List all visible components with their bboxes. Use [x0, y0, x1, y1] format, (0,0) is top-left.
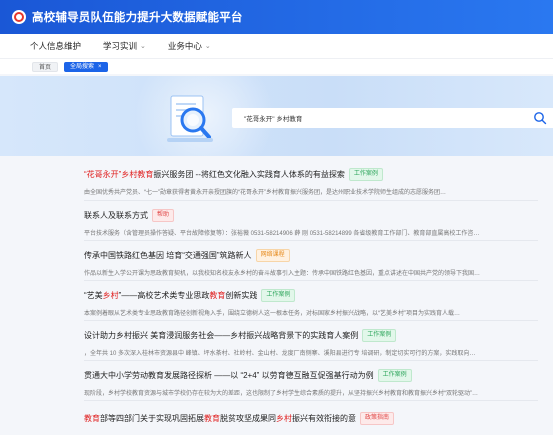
- title-text: 贯通大中小学劳动教育发展路径探析 ——以 “2+4” 以劳育德互融互促强基行动为…: [84, 371, 374, 380]
- result-item[interactable]: 贯通大中小学劳动教育发展路径探析 ——以 “2+4” 以劳育德互融互促强基行动为…: [84, 369, 553, 397]
- close-icon[interactable]: ×: [98, 62, 102, 72]
- category-badge: 工作案例: [348, 168, 383, 181]
- nav-item-profile[interactable]: 个人信息维护: [30, 40, 81, 52]
- title-text: 传承中国铁路红色基因 培育“交通强国”筑路新人: [84, 251, 252, 260]
- divider: [84, 400, 538, 401]
- result-snippet: 由全国优秀共产党员、“七一”勋章获得者黄永开亲授团旗的“花哥永开”乡村教育振兴服…: [84, 190, 446, 196]
- result-item[interactable]: 教育 部等四部门关于实现巩固拓展 教育 脱贫攻坚成果同 乡村 振兴有效衔接的意 政策指南: [84, 412, 553, 425]
- category-badge: 政策指南: [360, 412, 395, 425]
- result-item[interactable]: 设计助力乡村振兴 美育浸润服务社会——乡村振兴战略背景下的实践育人案例 工作案例 …: [84, 329, 553, 357]
- divider: [84, 360, 538, 361]
- result-snippet: 本案例着眼从艺术类专业思政教育路径创新视角入手，围绕立德树人这一根本任务，对标国…: [84, 311, 460, 317]
- result-title[interactable]: 联系人及联系方式 帮助: [84, 209, 553, 222]
- nav-item-label: 个人信息维护: [30, 41, 82, 51]
- result-title[interactable]: 贯通大中小学劳动教育发展路径探析 ——以 “2+4” 以劳育德互融互促强基行动为…: [84, 369, 553, 382]
- search-query: "花哥永开" 乡村教育: [244, 116, 303, 123]
- app-header: 高校辅导员队伍能力提升大数据赋能平台: [0, 0, 553, 34]
- search-icon[interactable]: [533, 111, 547, 125]
- result-item[interactable]: 传承中国铁路红色基因 培育“交通强国”筑路新人 网络课程 作品以新生入学公开课为思…: [84, 249, 553, 277]
- highlight-keyword: 教育: [209, 291, 226, 300]
- nav-item-learning[interactable]: 学习实训 ⌄: [103, 40, 146, 52]
- chevron-down-icon: ⌄: [140, 43, 146, 50]
- result-title[interactable]: “艺美 乡村 ”——高校艺术类专业思政 教育 创新实践 工作案例: [84, 289, 553, 302]
- result-item[interactable]: “艺美 乡村 ”——高校艺术类专业思政 教育 创新实践 工作案例 本案例着眼从艺术类专业思…: [84, 289, 553, 317]
- result-snippet: 现阶段，乡村学校教育资源与城市学校仍存在较为大的差距，这也限制了乡村学生综合素质…: [84, 391, 478, 397]
- app-title: 高校辅导员队伍能力提升大数据赋能平台: [32, 12, 243, 24]
- result-snippet: ，全年共 10 多次深入桂林市资源县中 峰镇、坪水茶村、社岭村、金山村、龙度厂南…: [84, 351, 476, 357]
- chevron-down-icon: ⌄: [204, 43, 211, 50]
- highlight-keyword: 乡村: [276, 414, 292, 423]
- title-text: 联系人及联系方式: [84, 211, 148, 220]
- main-nav: 个人信息维护 学习实训 ⌄ 业务中心 ⌄: [0, 34, 553, 58]
- result-item[interactable]: 联系人及联系方式 帮助 平台技术服务（含管理员操作答疑、平台故障修复等）：张裕薇 …: [84, 209, 553, 237]
- category-badge: 工作案例: [377, 369, 412, 382]
- title-text: 振兴有效衔接的意: [292, 414, 356, 423]
- divider: [84, 280, 538, 281]
- tab-label: 全局搜索: [70, 63, 95, 70]
- highlight-keyword: 乡村教育: [121, 170, 154, 179]
- tab-home[interactable]: 首页: [32, 61, 59, 72]
- title-text: 振兴服务团 --将红色文化融入实践育人体系的有益探索: [153, 170, 345, 179]
- logo-icon: [12, 10, 26, 24]
- result-snippet: 平台技术服务（含管理员操作答疑、平台故障修复等）：张裕薇 0531-582149…: [84, 231, 480, 237]
- nav-item-label: 业务中心: [167, 41, 202, 51]
- title-text: 创新实践: [225, 291, 258, 300]
- title-text: 脱贫攻坚成果同: [220, 414, 276, 423]
- category-badge: 工作案例: [362, 329, 397, 342]
- page-tabs: 首页 全局搜索 ×: [0, 58, 553, 74]
- search-results: “花哥永开” 乡村教育 振兴服务团 --将红色文化融入实践育人体系的有益探索 工作案…: [0, 156, 553, 435]
- result-title[interactable]: 设计助力乡村振兴 美育浸润服务社会——乡村振兴战略背景下的实践育人案例 工作案例: [84, 329, 553, 342]
- category-badge: 工作案例: [261, 289, 296, 302]
- nav-item-business[interactable]: 业务中心 ⌄: [168, 40, 211, 52]
- result-snippet: 作品以新生入学公开课为思政教育契机，以我校知名校友永乡村的奋斗故事引入主题：传承…: [84, 271, 481, 277]
- highlight-keyword: 教育: [84, 414, 100, 423]
- divider: [84, 320, 538, 321]
- category-badge: 网络课程: [255, 249, 290, 262]
- title-text: 部等四部门关于实现巩固拓展: [100, 414, 204, 423]
- result-title[interactable]: “花哥永开” 乡村教育 振兴服务团 --将红色文化融入实践育人体系的有益探索 工作案…: [84, 168, 553, 181]
- title-text: 设计助力乡村振兴 美育浸润服务社会——乡村振兴战略背景下的实践育人案例: [84, 331, 359, 340]
- divider: [84, 240, 538, 241]
- category-badge: 帮助: [152, 209, 175, 222]
- result-title[interactable]: 传承中国铁路红色基因 培育“交通强国”筑路新人 网络课程: [84, 249, 553, 262]
- highlight-keyword: 教育: [204, 414, 220, 423]
- divider: [84, 200, 538, 201]
- search-banner: "花哥永开" 乡村教育: [0, 76, 553, 156]
- highlight-keyword: 乡村: [102, 291, 119, 300]
- title-text: ”——高校艺术类专业思政: [118, 291, 210, 300]
- tab-global-search[interactable]: 全局搜索 ×: [64, 61, 108, 72]
- nav-item-label: 学习实训: [103, 41, 138, 51]
- title-text: “艺美: [84, 291, 103, 300]
- search-input[interactable]: "花哥永开" 乡村教育: [232, 108, 553, 128]
- highlight-keyword: “花哥永开”: [84, 170, 122, 179]
- result-item[interactable]: “花哥永开” 乡村教育 振兴服务团 --将红色文化融入实践育人体系的有益探索 工作案…: [84, 168, 553, 196]
- magnifier-illustration-icon: [167, 95, 213, 142]
- result-title[interactable]: 教育 部等四部门关于实现巩固拓展 教育 脱贫攻坚成果同 乡村 振兴有效衔接的意 政策指南: [84, 412, 553, 425]
